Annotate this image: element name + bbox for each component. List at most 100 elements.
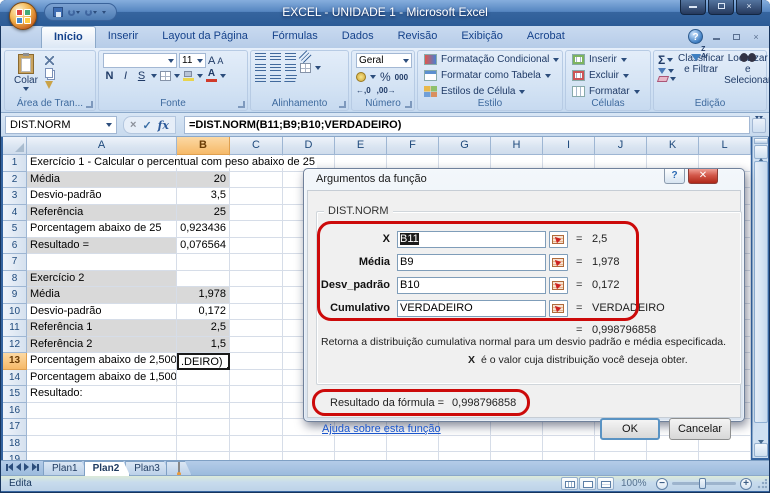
close-button[interactable]: × <box>736 0 762 15</box>
cell-a14[interactable]: Porcentagem abaixo de 1,500 <box>27 370 177 387</box>
cell-c8[interactable] <box>230 271 283 288</box>
cell-b15[interactable] <box>177 386 230 403</box>
decrease-indent-icon[interactable] <box>255 75 266 83</box>
column-header-h[interactable]: H <box>491 137 543 155</box>
column-header-g[interactable]: G <box>439 137 491 155</box>
cell-c18[interactable] <box>230 436 283 453</box>
row-header-13[interactable]: 13 <box>3 353 27 370</box>
argument-input[interactable]: VERDADEIRO <box>397 300 546 317</box>
clipboard-dialog-launcher-icon[interactable] <box>86 101 93 108</box>
cell-b18[interactable] <box>177 436 230 453</box>
row-header-15[interactable]: 15 <box>3 386 27 403</box>
align-bottom-icon[interactable] <box>285 53 296 61</box>
ok-button[interactable]: OK <box>600 418 660 440</box>
cell-a15[interactable]: Resultado: <box>27 386 177 403</box>
cell-d19[interactable] <box>283 452 335 460</box>
row-header-18[interactable]: 18 <box>3 436 27 453</box>
cell-c11[interactable] <box>230 320 283 337</box>
column-header-l[interactable]: L <box>699 137 751 155</box>
enter-icon[interactable]: ✓ <box>142 119 151 132</box>
column-header-k[interactable]: K <box>647 137 699 155</box>
find-select-button[interactable]: Localizar e Selecionar <box>724 51 770 98</box>
zoom-slider-thumb[interactable] <box>699 478 706 489</box>
cell-a9[interactable]: Média <box>27 287 177 304</box>
underline-button[interactable]: S <box>135 70 148 82</box>
column-header-i[interactable]: I <box>543 137 595 155</box>
cell-b7[interactable] <box>177 254 230 271</box>
customize-qat-icon[interactable] <box>102 11 106 14</box>
row-header-8[interactable]: 8 <box>3 271 27 288</box>
align-left-icon[interactable] <box>255 64 266 72</box>
row-header-6[interactable]: 6 <box>3 238 27 255</box>
wrap-text-icon[interactable] <box>284 75 297 83</box>
cell-c6[interactable] <box>230 238 283 255</box>
fill-color-icon[interactable] <box>183 71 194 81</box>
cell-a6[interactable]: Resultado = <box>27 238 177 255</box>
maximize-button[interactable] <box>708 0 734 15</box>
borders-dropdown-icon[interactable] <box>174 74 180 78</box>
expand-formula-bar-icon[interactable] <box>752 118 766 133</box>
cell-c12[interactable] <box>230 337 283 354</box>
sheet-tab-plan1[interactable]: Plan1 <box>43 461 89 476</box>
column-header-j[interactable]: J <box>595 137 647 155</box>
vertical-scrollbar[interactable] <box>752 137 768 458</box>
cell-a18[interactable] <box>27 436 177 453</box>
italic-button[interactable]: I <box>119 70 132 82</box>
ribbon-tab-dados[interactable]: Dados <box>330 26 386 48</box>
cell-b13[interactable]: .DEIRO) <box>177 353 230 370</box>
font-name-select[interactable] <box>103 53 177 68</box>
underline-dropdown-icon[interactable] <box>151 74 157 78</box>
ribbon-tab-in-cio[interactable]: Início <box>41 26 96 48</box>
office-button[interactable] <box>9 2 37 30</box>
redo-icon[interactable] <box>85 9 97 16</box>
ribbon-tab-f-rmulas[interactable]: Fórmulas <box>260 26 330 48</box>
grow-font-icon[interactable]: A <box>208 55 215 67</box>
cut-icon[interactable] <box>45 56 54 65</box>
font-size-select[interactable]: 11 <box>179 53 206 68</box>
row-header-17[interactable]: 17 <box>3 419 27 436</box>
last-sheet-icon[interactable] <box>32 463 39 471</box>
cell-g18[interactable] <box>439 436 491 453</box>
conditional-formatting-button[interactable]: Formatação Condicional <box>418 51 562 67</box>
align-middle-icon[interactable] <box>270 53 281 61</box>
row-header-19[interactable]: 19 <box>3 452 27 460</box>
workbook-close-button[interactable]: × <box>749 32 763 42</box>
copy-icon[interactable] <box>45 68 53 78</box>
fill-color-dropdown-icon[interactable] <box>197 74 203 78</box>
cell-e18[interactable] <box>335 436 387 453</box>
column-header-c[interactable]: C <box>230 137 283 155</box>
cell-g19[interactable] <box>439 452 491 460</box>
resize-grip-icon[interactable] <box>757 479 767 489</box>
sort-filter-button[interactable]: AZ Classificar e Filtrar <box>678 51 724 98</box>
merge-center-icon[interactable] <box>300 63 311 73</box>
range-selector-icon[interactable] <box>549 231 568 248</box>
row-header-11[interactable]: 11 <box>3 320 27 337</box>
row-header-7[interactable]: 7 <box>3 254 27 271</box>
range-selector-icon[interactable] <box>549 300 568 317</box>
cell-a13[interactable]: Porcentagem abaixo de 2,500 <box>27 353 177 370</box>
cell-c15[interactable] <box>230 386 283 403</box>
ribbon-tab-inserir[interactable]: Inserir <box>96 26 151 48</box>
row-header-4[interactable]: 4 <box>3 205 27 222</box>
cell-d18[interactable] <box>283 436 335 453</box>
page-layout-view-icon[interactable] <box>579 477 596 490</box>
cell-i19[interactable] <box>543 452 595 460</box>
fill-handle[interactable] <box>226 366 230 370</box>
paste-button[interactable]: Colar <box>9 53 43 98</box>
cell-b17[interactable] <box>177 419 230 436</box>
bold-button[interactable]: N <box>103 70 116 82</box>
align-top-icon[interactable] <box>255 53 266 61</box>
cell-c16[interactable] <box>230 403 283 420</box>
cell-c7[interactable] <box>230 254 283 271</box>
row-header-5[interactable]: 5 <box>3 221 27 238</box>
cell-b9[interactable]: 1,978 <box>177 287 230 304</box>
thousands-icon[interactable]: 000 <box>395 73 408 82</box>
ribbon-tab-exibi-o[interactable]: Exibição <box>449 26 515 48</box>
ribbon-tab-revis-o[interactable]: Revisão <box>386 26 450 48</box>
column-header-d[interactable]: D <box>283 137 335 155</box>
cell-c4[interactable] <box>230 205 283 222</box>
number-format-select[interactable]: Geral <box>356 53 412 68</box>
insert-worksheet-tab[interactable] <box>166 461 192 476</box>
autosum-button[interactable]: Σ <box>658 54 676 66</box>
column-header-a[interactable]: A <box>27 137 177 155</box>
